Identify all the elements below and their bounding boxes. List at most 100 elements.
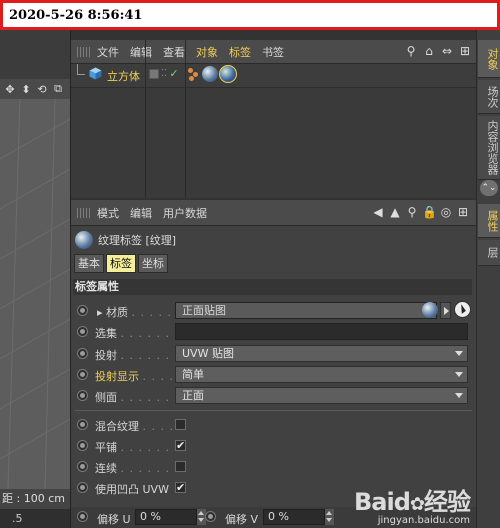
offset-v-field[interactable]: 0 % (263, 509, 325, 525)
tab-coordinates[interactable]: 坐标 (138, 254, 168, 273)
column-separator (185, 40, 186, 198)
grip-handle-icon[interactable] (77, 207, 91, 218)
timestamp-text: 2020-5-26 8:56:41 (9, 8, 143, 23)
menu-objects[interactable]: 对象 (196, 44, 218, 60)
home-icon[interactable]: ⌂ (422, 44, 436, 58)
prop-tile: 平铺 . . . . . . . . . ✔ (71, 436, 476, 456)
prop-tile-label: 平铺 . . . . . . . . . (95, 441, 173, 454)
panel-toggle-icon[interactable]: ⌃⌄ (480, 180, 498, 196)
new-panel-icon[interactable]: ⊞ (456, 205, 470, 219)
texture-tag-selected-icon[interactable] (219, 65, 237, 83)
material-field[interactable]: 正面贴图 (175, 302, 437, 319)
attribute-manager: 模式 编辑 用户数据 ◀ ▲ ⚲ 🔒 ◎ ⊞ 纹理标签 [纹理] 基本 标签 坐… (71, 200, 476, 528)
up-arrow-icon[interactable]: ▲ (388, 205, 402, 219)
material-preview-icon (422, 302, 438, 318)
projection-dropdown[interactable]: UVW 贴图 (175, 345, 468, 362)
prop-projection-display: 投射显示 . . . . . 简单 (71, 365, 476, 385)
animate-radio-icon[interactable] (205, 511, 216, 522)
viewport-grid (0, 99, 70, 489)
object-name[interactable]: 立方体 (107, 68, 140, 84)
menu-edit[interactable]: 编辑 (130, 205, 152, 221)
menu-view[interactable]: 查看 (163, 44, 185, 60)
object-tree: 立方体 ⁚⁚ ✓ (71, 64, 476, 88)
animate-radio-icon[interactable] (77, 348, 88, 359)
chevron-down-icon (455, 351, 463, 356)
rotate-icon[interactable]: ⟲ (35, 83, 49, 96)
layer-color-icon[interactable] (149, 68, 159, 79)
menu-mode[interactable]: 模式 (97, 205, 119, 221)
animate-radio-icon[interactable] (77, 482, 88, 493)
lock-icon[interactable]: 🔒 (422, 205, 437, 219)
animate-radio-icon[interactable] (77, 440, 88, 451)
tab-layers[interactable]: 层 (478, 240, 500, 266)
prop-side: 侧面 . . . . . . . . 正面 (71, 386, 476, 406)
animate-radio-icon[interactable] (77, 369, 88, 380)
new-panel-icon[interactable]: ⊞ (458, 44, 472, 58)
attribute-manager-menubar: 模式 编辑 用户数据 ◀ ▲ ⚲ 🔒 ◎ ⊞ (71, 200, 476, 226)
tab-takes[interactable]: 场次 (478, 80, 500, 114)
side-dropdown[interactable]: 正面 (175, 387, 468, 404)
attribute-manager-toolbar: ◀ ▲ ⚲ 🔒 ◎ ⊞ (371, 205, 470, 219)
animate-radio-icon[interactable] (77, 511, 88, 522)
menu-tags[interactable]: 标签 (229, 44, 251, 60)
grip-handle-icon[interactable] (77, 46, 91, 57)
animate-radio-icon[interactable] (77, 390, 88, 401)
menu-file[interactable]: 文件 (97, 44, 119, 60)
tree-connector (77, 64, 85, 75)
tab-basic[interactable]: 基本 (74, 254, 104, 273)
viewport-panel[interactable]: ✥ ⬍ ⟲ ⧉ 距 : 100 cm .5 (0, 30, 70, 528)
animate-radio-icon[interactable] (77, 461, 88, 472)
tile-checkbox[interactable]: ✔ (175, 440, 186, 451)
search-icon[interactable]: ⚲ (404, 44, 418, 58)
section-tag-properties: 标签属性 (73, 279, 472, 295)
viewport-canvas[interactable] (0, 99, 70, 489)
texture-tag-icon[interactable] (202, 66, 218, 82)
visibility-dots-icon[interactable]: ⁚⁚ (161, 68, 167, 79)
object-manager-toolbar: ⚲ ⌂ ⇔ ⊞ (404, 44, 472, 58)
move-icon[interactable]: ✥ (3, 83, 17, 96)
prop-material-label: ▸ 材质 . . . . . . . . (97, 306, 175, 319)
down-arrow-icon[interactable]: ⬍ (19, 83, 33, 96)
animate-radio-icon[interactable] (77, 326, 88, 337)
prop-mix-texture-label: 混合纹理 . . . . . (95, 420, 173, 433)
attribute-tabs: 基本 标签 坐标 (74, 254, 168, 273)
tab-content-browser[interactable]: 内容浏览器 (478, 116, 500, 180)
back-arrow-icon[interactable]: ◀ (371, 205, 385, 219)
target-icon[interactable]: ◎ (439, 205, 453, 219)
animate-radio-icon[interactable] (77, 305, 88, 316)
selection-field[interactable] (175, 323, 468, 340)
offset-u-field[interactable]: 0 % (135, 509, 197, 525)
mix-texture-checkbox[interactable] (175, 419, 186, 430)
projection-display-dropdown[interactable]: 简单 (175, 366, 468, 383)
viewport-toolbar: ✥ ⬍ ⟲ ⧉ (0, 79, 70, 99)
search-icon[interactable]: ⚲ (405, 205, 419, 219)
swap-icon[interactable]: ⇔ (440, 44, 454, 58)
prop-projection-label: 投射 . . . . . . . . . (95, 349, 173, 362)
tab-attributes[interactable]: 属性 (478, 204, 500, 238)
tab-tag[interactable]: 标签 (106, 254, 136, 273)
prop-selection: 选集 . . . . . . . . (71, 322, 476, 342)
object-flags: ⁚⁚ ✓ (149, 67, 179, 80)
animate-radio-icon[interactable] (77, 419, 88, 430)
seamless-checkbox[interactable] (175, 461, 186, 472)
prop-mix-texture: 混合纹理 . . . . . (71, 415, 476, 435)
enabled-check-icon[interactable]: ✓ (169, 67, 178, 80)
offset-v-stepper[interactable] (325, 509, 334, 525)
menu-user-data[interactable]: 用户数据 (163, 205, 207, 221)
prop-seamless: 连续 . . . . . . . . . (71, 457, 476, 477)
tab-objects[interactable]: 对象 (478, 40, 500, 78)
baidu-logo: Baid✿经验 (354, 488, 471, 516)
pick-cursor-icon[interactable] (454, 301, 471, 318)
object-row-cube[interactable]: 立方体 ⁚⁚ ✓ (71, 64, 476, 86)
menu-edit[interactable]: 编辑 (130, 44, 152, 60)
paw-icon: ✿ (409, 494, 425, 515)
layout-icon[interactable]: ⧉ (51, 82, 65, 96)
phong-tag-icon[interactable] (188, 66, 200, 82)
object-manager: 文件 编辑 查看 对象 标签 书签 ⚲ ⌂ ⇔ ⊞ 立方体 ⁚⁚ ✓ (71, 40, 476, 198)
prop-side-label: 侧面 . . . . . . . . (95, 391, 173, 404)
material-menu-button[interactable] (440, 302, 451, 319)
texture-tag-icon (75, 231, 93, 249)
use-bump-uvw-checkbox[interactable]: ✔ (175, 482, 186, 493)
prop-material: ▸ 材质 . . . . . . . . 正面贴图 (71, 301, 476, 321)
menu-bookmarks[interactable]: 书签 (262, 44, 284, 60)
